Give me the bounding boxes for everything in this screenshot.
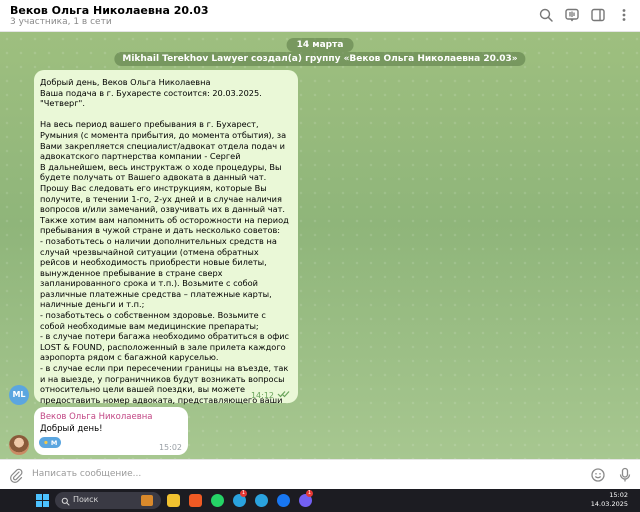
windows-start-icon[interactable]	[36, 494, 49, 507]
chat-subtitle: 3 участника, 1 в сети	[10, 17, 112, 27]
whatsapp-icon[interactable]	[211, 494, 224, 507]
chat-title[interactable]: Веков Ольга Николаевна 20.03	[10, 4, 209, 17]
chat-header[interactable]: Веков Ольга Николаевна 20.03 3 участника…	[0, 0, 640, 32]
live-stream-icon[interactable]	[564, 7, 580, 23]
messenger-icon[interactable]	[277, 494, 290, 507]
message-incoming[interactable]: Веков Ольга Николаевна Добрый день! ⚫ М …	[34, 407, 188, 455]
clock-date: 14.03.2025	[590, 500, 628, 508]
file-explorer-icon[interactable]	[167, 494, 180, 507]
avatar[interactable]	[9, 435, 29, 455]
date-separator: 14 марта	[286, 38, 354, 52]
taskbar-search-label: Поиск	[73, 495, 99, 504]
telegram-icon[interactable]	[255, 494, 268, 507]
attach-icon[interactable]	[8, 467, 24, 486]
emoji-icon[interactable]	[590, 467, 606, 486]
clock-time: 15:02	[609, 491, 628, 499]
message-input[interactable]: Написать сообщение...	[32, 469, 141, 479]
notification-badge: 1	[306, 490, 313, 497]
taskbar-clock[interactable]: 15:02 14.03.2025	[591, 491, 628, 509]
more-icon[interactable]	[616, 7, 632, 23]
notification-badge: 1	[240, 490, 247, 497]
brave-icon[interactable]	[189, 494, 202, 507]
taskbar-search[interactable]: Поиск	[55, 492, 161, 509]
handshake-icon: ⚫	[43, 438, 49, 447]
search-icon[interactable]	[538, 7, 554, 23]
sender-name[interactable]: Веков Ольга Николаевна	[40, 412, 182, 422]
avatar[interactable]: ML	[9, 385, 29, 405]
search-highlight-icon	[141, 495, 153, 506]
reaction-count: М	[50, 438, 58, 447]
message-outgoing[interactable]: Добрый день, Веков Ольга Николаевна Ваша…	[34, 70, 298, 426]
message-time: 14:12	[250, 390, 274, 400]
message-text: Добрый день!	[40, 424, 103, 434]
search-icon	[61, 496, 70, 509]
message-composer[interactable]: Написать сообщение...	[0, 459, 640, 489]
message-text: Добрый день, Веков Ольга Николаевна Ваша…	[40, 77, 290, 426]
chat-area[interactable]: 14 марта Mikhail Terekhov Lawyer создал(…	[0, 32, 640, 459]
message-time: 15:02	[158, 443, 182, 452]
service-message: Mikhail Terekhov Lawyer создал(а) группу…	[114, 52, 526, 66]
reaction-badge[interactable]: ⚫ М	[39, 437, 62, 448]
windows-taskbar[interactable]: Поиск 1 1 15:02 14.03.2025	[0, 489, 640, 512]
mic-icon[interactable]	[618, 467, 632, 486]
double-check-icon	[277, 390, 290, 400]
sidebar-icon[interactable]	[590, 7, 606, 23]
